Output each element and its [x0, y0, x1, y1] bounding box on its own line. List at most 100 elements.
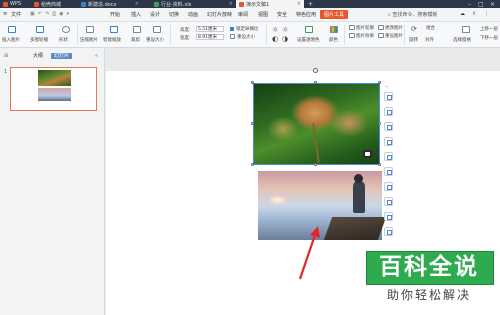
resize-handle-bl[interactable]: [251, 163, 254, 166]
reset-size-button[interactable]: 重设大小: [146, 37, 164, 43]
set-transparent-color-icon[interactable]: [305, 26, 313, 33]
preview-icon[interactable]: ◉: [59, 11, 63, 17]
menu-design[interactable]: 设计: [150, 11, 160, 18]
multi-image-carousel-icon[interactable]: [36, 26, 44, 33]
rotate-icon[interactable]: ⟳: [411, 25, 417, 33]
close-window-icon[interactable]: ×: [490, 0, 495, 8]
insert-image-button[interactable]: 插入图片: [2, 37, 20, 43]
hamburger-icon[interactable]: ≡: [3, 11, 7, 17]
image-effect-button[interactable]: 图片效果: [356, 33, 374, 39]
contrast-down-icon[interactable]: ◑: [282, 35, 288, 43]
close-tab-icon[interactable]: ×: [135, 1, 139, 7]
resize-handle-tr[interactable]: [378, 81, 381, 84]
image-outline-icon[interactable]: [349, 25, 355, 30]
resize-handle-tl[interactable]: [251, 81, 254, 84]
minimize-icon[interactable]: –: [468, 0, 471, 8]
tab-presentation[interactable]: 演示文稿1 ×: [236, 0, 304, 8]
image-effect-icon[interactable]: [349, 33, 355, 38]
color-button[interactable]: 颜色: [329, 37, 338, 43]
color-icon[interactable]: [330, 26, 338, 33]
menu-review[interactable]: 审阅: [238, 11, 248, 18]
brightness-down-icon[interactable]: ☼: [282, 26, 288, 34]
crop-button[interactable]: 裁剪: [131, 37, 140, 43]
select-pane-button[interactable]: 选择窗格: [453, 37, 471, 43]
cloud-sync-icon[interactable]: ☁: [460, 11, 465, 17]
more-icon[interactable]: ▾: [67, 11, 70, 17]
reset-size-small-icon[interactable]: [230, 34, 235, 39]
image-outline-button[interactable]: 图片轮廓: [356, 25, 374, 31]
image-effects-float-icon[interactable]: [384, 152, 393, 161]
menu-home[interactable]: 开始: [110, 11, 120, 18]
menu-transition[interactable]: 切换: [169, 11, 179, 18]
multi-image-carousel-button[interactable]: 多图轮播: [30, 37, 48, 43]
slide-thumbnail[interactable]: [10, 67, 97, 111]
menu-insert[interactable]: 插入: [131, 11, 141, 18]
reset-size-icon[interactable]: [153, 26, 161, 33]
tab-docer-store[interactable]: 稻壳商城: [31, 0, 75, 8]
layout-options-icon[interactable]: [384, 92, 393, 101]
tab-slides[interactable]: 幻灯片: [51, 53, 73, 59]
crop-float-icon[interactable]: [384, 107, 393, 116]
align-button[interactable]: 对齐: [425, 37, 434, 43]
resize-handle-tc[interactable]: [314, 81, 317, 84]
shape-icon[interactable]: [62, 26, 70, 33]
image-border-icon[interactable]: [384, 182, 393, 191]
collapse-panel-icon[interactable]: ⊞: [4, 53, 8, 59]
undo-icon[interactable]: ↶: [38, 11, 42, 17]
reset-image-button[interactable]: 重设图片: [385, 33, 403, 39]
shape-button[interactable]: 形状: [59, 37, 68, 43]
height-input[interactable]: 5.51厘米: [196, 26, 224, 32]
change-image-icon[interactable]: [378, 25, 384, 30]
menu-special-apps[interactable]: 特色应用: [296, 11, 316, 18]
change-image-button[interactable]: 更改图片: [385, 25, 403, 31]
brightness-icon[interactable]: ☼: [272, 26, 278, 34]
lock-aspect-ratio-checkbox[interactable]: [230, 27, 234, 31]
menu-slideshow[interactable]: 幻灯片放映: [207, 11, 232, 18]
close-tab-icon[interactable]: ×: [229, 1, 233, 7]
send-backward-button[interactable]: 下移一层: [480, 35, 498, 41]
width-input[interactable]: 8.91厘米: [196, 34, 224, 40]
menu-picture-tools[interactable]: 图片工具: [320, 10, 349, 19]
zoom-icon[interactable]: [384, 137, 393, 146]
maximize-icon[interactable]: □: [478, 0, 484, 8]
share-icon[interactable]: ⇪: [472, 11, 476, 17]
set-transparent-color-button[interactable]: 设置透明色: [297, 37, 320, 43]
more-float-icon[interactable]: [384, 227, 393, 236]
collapse-toolbar-icon[interactable]: –: [385, 83, 388, 90]
resize-handle-br[interactable]: [378, 163, 381, 166]
resize-handle-mr[interactable]: [378, 122, 381, 125]
compress-image-button[interactable]: 压缩图片: [80, 37, 98, 43]
image-crop-shape-icon[interactable]: [384, 167, 393, 176]
save-icon[interactable]: ▣: [30, 11, 35, 17]
crop-icon[interactable]: [133, 26, 141, 33]
select-pane-icon[interactable]: [462, 26, 470, 33]
smart-zoom-button[interactable]: 智能缩放: [103, 37, 121, 43]
combine-button[interactable]: 组合: [426, 25, 435, 31]
contrast-icon[interactable]: ◐: [272, 35, 278, 43]
smart-zoom-icon[interactable]: [110, 26, 118, 33]
close-panel-icon[interactable]: «: [95, 53, 98, 59]
image-stitch-icon[interactable]: [384, 197, 393, 206]
image-options-icon[interactable]: [363, 150, 372, 158]
close-tab-icon[interactable]: ×: [297, 1, 301, 7]
print-icon[interactable]: ⎙: [52, 11, 56, 17]
more-options-icon[interactable]: ⋮: [484, 11, 489, 17]
search-commands[interactable]: ⌕ 查找命令、搜索模板: [388, 11, 437, 18]
menu-file[interactable]: 文件: [11, 11, 21, 18]
image-ratio-icon[interactable]: [384, 122, 393, 131]
reset-size-small-button[interactable]: 重设大小: [237, 34, 255, 40]
menu-security[interactable]: 安全: [277, 11, 287, 18]
bring-forward-button[interactable]: 上移一层: [480, 26, 498, 32]
insert-image-icon[interactable]: [8, 26, 16, 33]
rotate-handle[interactable]: [313, 68, 318, 73]
tab-outline[interactable]: 大纲: [30, 53, 46, 59]
menu-animation[interactable]: 动画: [188, 11, 198, 18]
resize-handle-ml[interactable]: [251, 122, 254, 125]
tab-wps[interactable]: WPS: [0, 0, 28, 8]
resize-handle-bc[interactable]: [314, 163, 317, 166]
tab-docx[interactable]: 新建造.docx ×: [78, 0, 142, 8]
image-text-icon[interactable]: [384, 212, 393, 221]
redo-icon[interactable]: ↷: [45, 11, 49, 17]
menu-view[interactable]: 视图: [258, 11, 268, 18]
rotate-button[interactable]: 旋转: [409, 37, 418, 43]
